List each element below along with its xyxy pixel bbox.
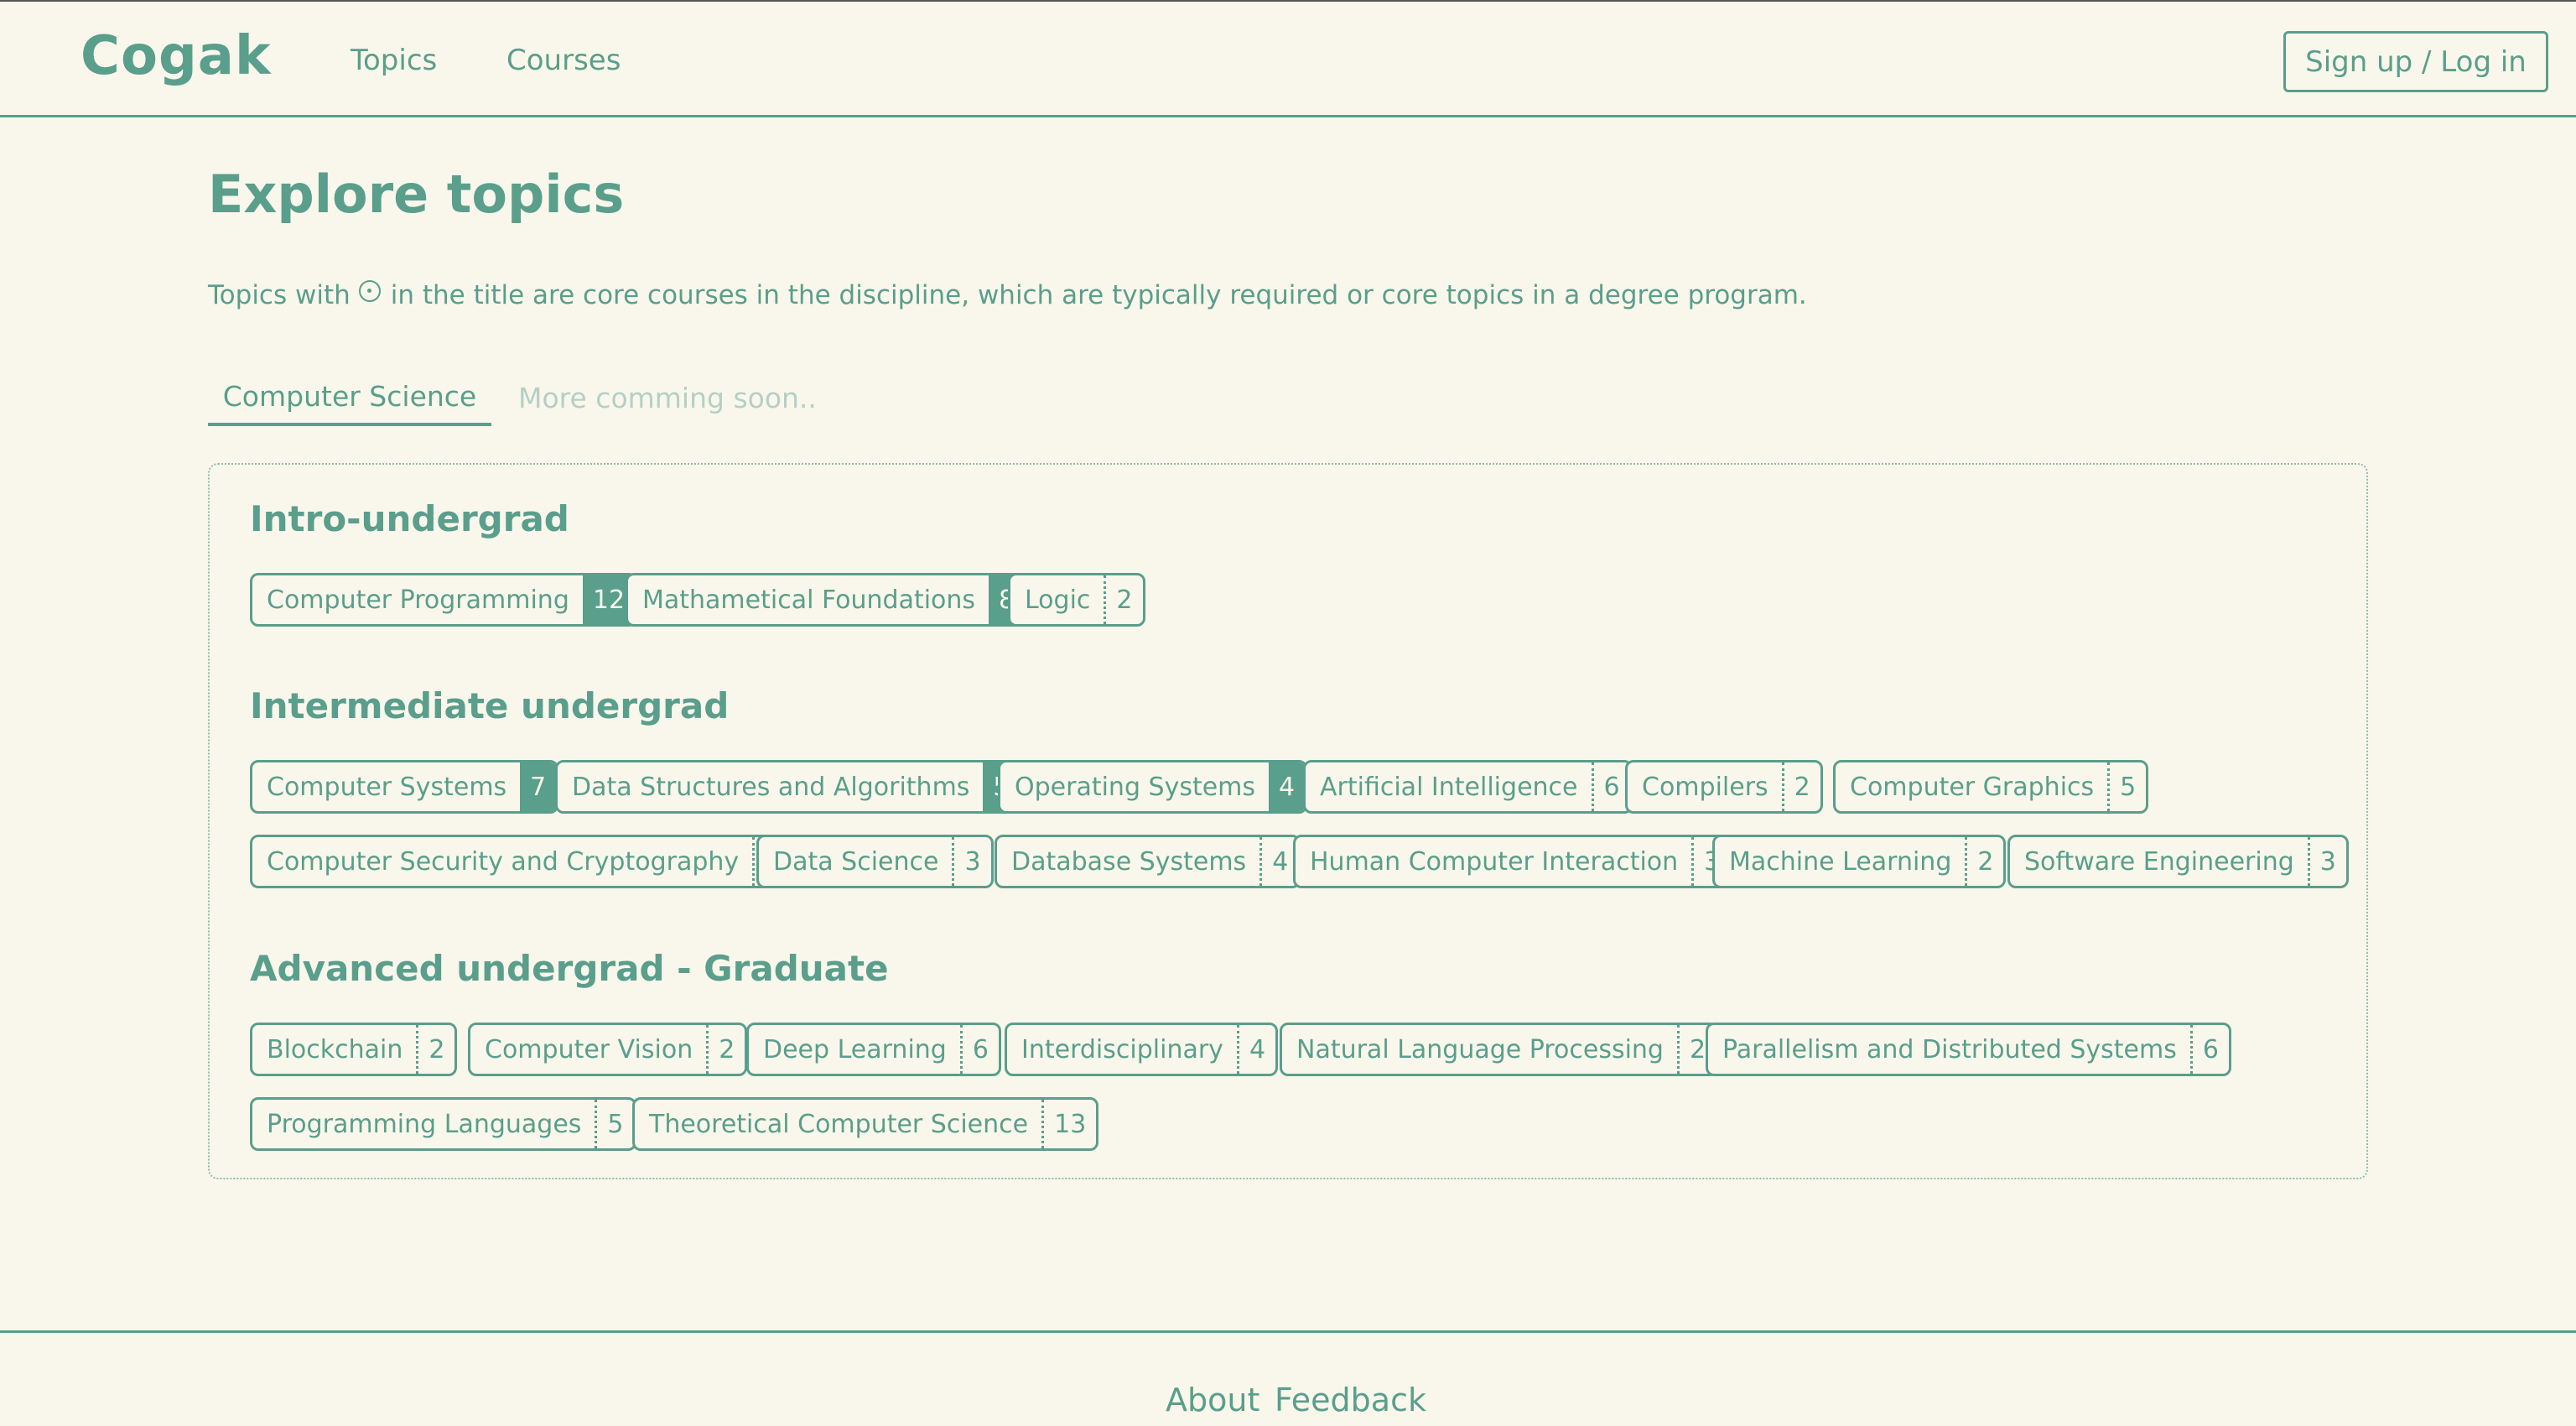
topic-tag-label: Compilers [1642,772,1768,802]
intro-text-before: Topics with [208,280,351,310]
topic-tag[interactable]: Blockchain 2 [250,1023,458,1076]
topic-course-count-badge: 6 [1591,762,1630,811]
topic-tag-label: Logic [1025,585,1091,615]
topic-tag[interactable]: Mathametical Foundations 8 [626,573,1028,627]
topic-tag-label: Theoretical Computer Science [649,1109,1029,1139]
topic-tag-label: Data Structures and Algorithms [572,772,970,802]
topic-tag[interactable]: Logic 2 [1008,573,1145,627]
topic-tag-label: Parallelism and Distributed Systems [1722,1034,2177,1064]
topic-tag-label: Computer Graphics [1850,772,2095,802]
topic-course-count-badge: 2 [706,1025,745,1074]
topic-tag-label: Computer Programming [267,585,569,615]
topic-tag-label: Machine Learning [1729,846,1952,877]
topic-tag[interactable]: Operating Systems 4 [998,760,1308,814]
topic-tag[interactable]: Deep Learning 6 [746,1023,1001,1076]
topic-tag[interactable]: Computer Systems 7 [250,760,559,814]
topic-tag-label: Interdisciplinary [1021,1034,1223,1064]
topic-tag-label: Programming Languages [267,1109,582,1139]
topics-panel: Intro-undergrad Computer Programming 12 Ma… [208,463,2368,1179]
topic-course-count-badge: 2 [1104,575,1142,624]
signup-login-button[interactable]: Sign up / Log in [2283,31,2548,92]
topic-tag[interactable]: Interdisciplinary 4 [1005,1023,1279,1076]
nav-topics-link[interactable]: Topics [351,44,437,77]
topic-tag-label: Human Computer Interaction [1310,846,1679,877]
intro-text-after: in the title are core courses in the dis… [390,280,1807,310]
topic-tag[interactable]: Theoretical Computer Science 13 [632,1097,1099,1151]
topic-tag-label: Operating Systems [1015,772,1256,802]
page-title: Explore topics [208,164,625,225]
topic-tag[interactable]: Database Systems 4 [995,835,1301,888]
topic-tag[interactable]: Compilers 2 [1625,760,1823,814]
section-title-advanced: Advanced undergrad - Graduate [250,948,889,989]
section-title-intro: Intro-undergrad [250,498,569,539]
topic-tag[interactable]: Parallelism and Distributed Systems 6 [1706,1023,2231,1076]
topic-tag[interactable]: Computer Programming 12 [250,573,638,627]
topic-tag-label: Deep Learning [763,1034,947,1064]
footer: About Feedback [0,1330,2576,1426]
topic-tag-label: Computer Vision [485,1034,693,1064]
topic-tag-label: Computer Systems [267,772,507,802]
footer-about-link[interactable]: About [1166,1382,1259,1418]
topic-tag-label: Artificial Intelligence [1320,772,1578,802]
topic-tag[interactable]: Data Structures and Algorithms5 [555,760,1022,814]
topic-course-count-badge: 2 [416,1025,454,1074]
topic-tag-label: Database Systems [1011,846,1247,877]
topic-tag[interactable]: Computer Security and Cryptography5 [250,835,794,888]
tab-computer-science[interactable]: Computer Science [208,369,491,426]
topic-course-count-badge: 5 [2107,762,2146,811]
footer-feedback-link[interactable]: Feedback [1275,1382,1426,1418]
topic-tag[interactable]: Human Computer Interaction3 [1293,835,1733,888]
topic-tag-label: Software Engineering [2024,846,2294,877]
topic-course-count-badge: 13 [1041,1100,1096,1148]
topic-course-count-badge: 7 [520,762,557,811]
topic-course-count-badge: 5 [595,1100,633,1148]
topic-course-count-badge: 2 [1965,837,2003,886]
topic-tag[interactable]: Machine Learning 2 [1712,835,2007,888]
topic-tag-label: Natural Language Processing [1296,1034,1664,1064]
topic-tag[interactable]: Data Science 3 [756,835,994,888]
topic-tag[interactable]: Computer Vision 2 [468,1023,748,1076]
topic-course-count-badge: 3 [2307,837,2346,886]
topic-course-count-badge: 6 [2189,1025,2229,1074]
topic-tag[interactable]: Artificial Intelligence 6 [1303,760,1633,814]
site-logo[interactable]: Cogak [80,25,272,87]
topic-tag[interactable]: Programming Languages 5 [250,1097,636,1151]
topic-course-count-badge: 3 [952,837,990,886]
topic-course-count-badge: 4 [1236,1025,1275,1074]
topic-tag-label: Data Science [773,846,939,877]
topic-tag[interactable]: Computer Graphics 5 [1833,760,2149,814]
section-title-intermediate: Intermediate undergrad [250,685,730,726]
topic-tag-label: Blockchain [267,1034,403,1064]
topic-tag-label: Mathametical Foundations [642,585,976,615]
topic-course-count-badge: 6 [959,1025,999,1074]
topic-tag[interactable]: Software Engineering 3 [2007,835,2349,888]
topic-course-count-badge: 4 [1269,762,1306,811]
core-topic-icon [358,280,381,302]
top-navbar: Cogak Topics Courses Sign up / Log in [0,0,2576,117]
tab-more-coming-soon: More comming soon.. [518,381,817,414]
topic-tag[interactable]: Natural Language Processing 2 [1280,1023,1719,1076]
intro-text: Topics with in the title are core course… [208,280,1807,310]
topic-course-count-badge: 2 [1781,762,1820,811]
topic-tag-label: Computer Security and Cryptography [267,846,740,877]
nav-courses-link[interactable]: Courses [506,44,621,77]
